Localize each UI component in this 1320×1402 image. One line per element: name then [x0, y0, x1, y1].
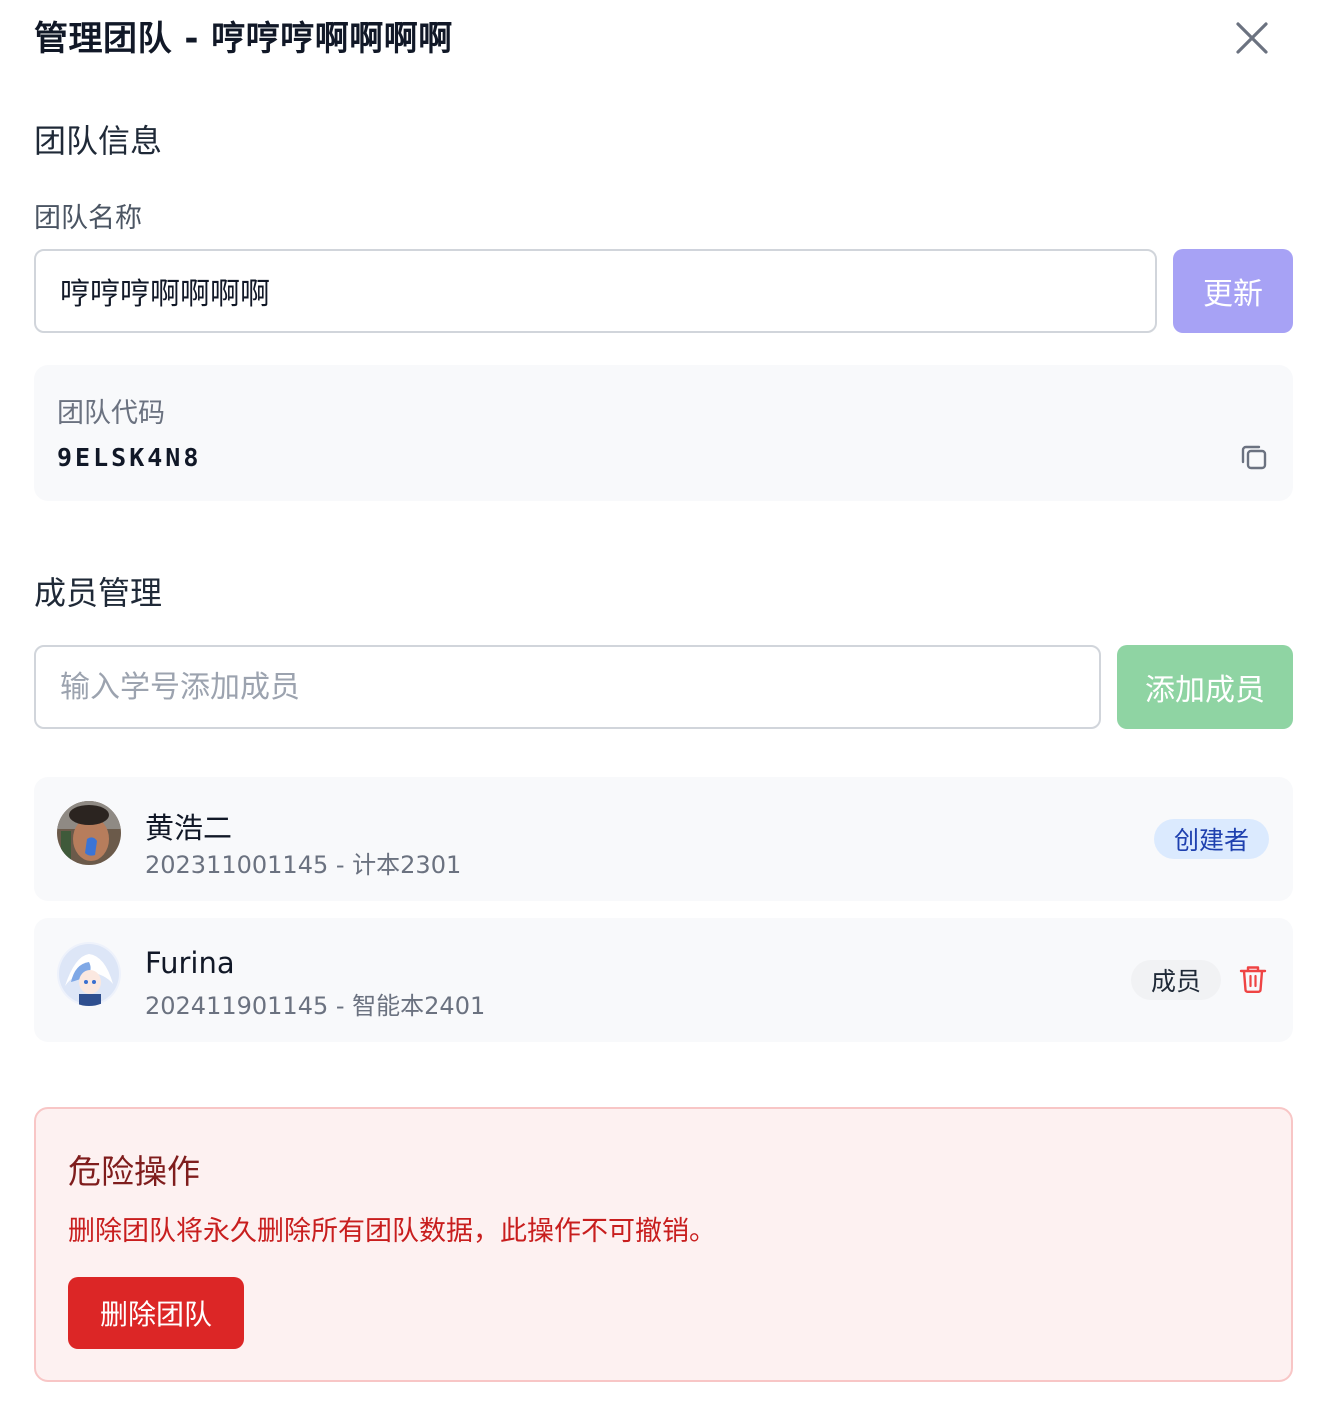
member-row: Furina 202411901145 - 智能本2401 成员 [34, 918, 1293, 1042]
student-id-input[interactable] [34, 645, 1101, 729]
manage-team-dialog: 管理团队 - 哼哼哼啊啊啊啊 团队信息 团队名称 更新 团队代码 9ELSK4N… [0, 0, 1320, 1402]
member-name: Furina [145, 946, 235, 980]
avatar [57, 801, 121, 865]
role-badge: 创建者 [1153, 819, 1269, 859]
danger-zone-title: 危险操作 [68, 1152, 200, 1191]
team-code-value: 9ELSK4N8 [57, 443, 202, 472]
dialog-header: 管理团队 - 哼哼哼啊啊啊啊 [34, 14, 1292, 64]
close-button[interactable] [1232, 18, 1272, 58]
delete-team-button[interactable]: 删除团队 [68, 1277, 244, 1349]
remove-member-button[interactable] [1239, 964, 1267, 994]
close-icon [1236, 22, 1268, 54]
dialog-title: 管理团队 - 哼哼哼啊啊啊啊 [34, 19, 453, 59]
trash-icon [1239, 966, 1267, 994]
member-info: 202311001145 - 计本2301 [145, 851, 462, 879]
update-button[interactable]: 更新 [1173, 249, 1293, 333]
avatar [57, 942, 121, 1006]
role-badge: 成员 [1130, 960, 1221, 1000]
add-member-button[interactable]: 添加成员 [1117, 645, 1293, 729]
danger-zone: 危险操作 删除团队将永久删除所有团队数据，此操作不可撤销。 删除团队 [34, 1107, 1293, 1382]
member-row: 黄浩二 202311001145 - 计本2301 创建者 [34, 777, 1293, 901]
team-code-label: 团队代码 [57, 398, 165, 429]
member-info: 202411901145 - 智能本2401 [145, 992, 486, 1020]
team-name-label: 团队名称 [34, 203, 142, 234]
danger-zone-description: 删除团队将永久删除所有团队数据，此操作不可撤销。 [68, 1216, 716, 1247]
member-name: 黄浩二 [145, 811, 233, 845]
team-info-heading: 团队信息 [34, 122, 163, 160]
team-code-card: 团队代码 9ELSK4N8 [34, 365, 1293, 501]
team-name-input[interactable] [34, 249, 1157, 333]
member-management-heading: 成员管理 [34, 574, 163, 612]
copy-code-button[interactable] [1239, 442, 1269, 472]
copy-icon [1241, 445, 1267, 470]
